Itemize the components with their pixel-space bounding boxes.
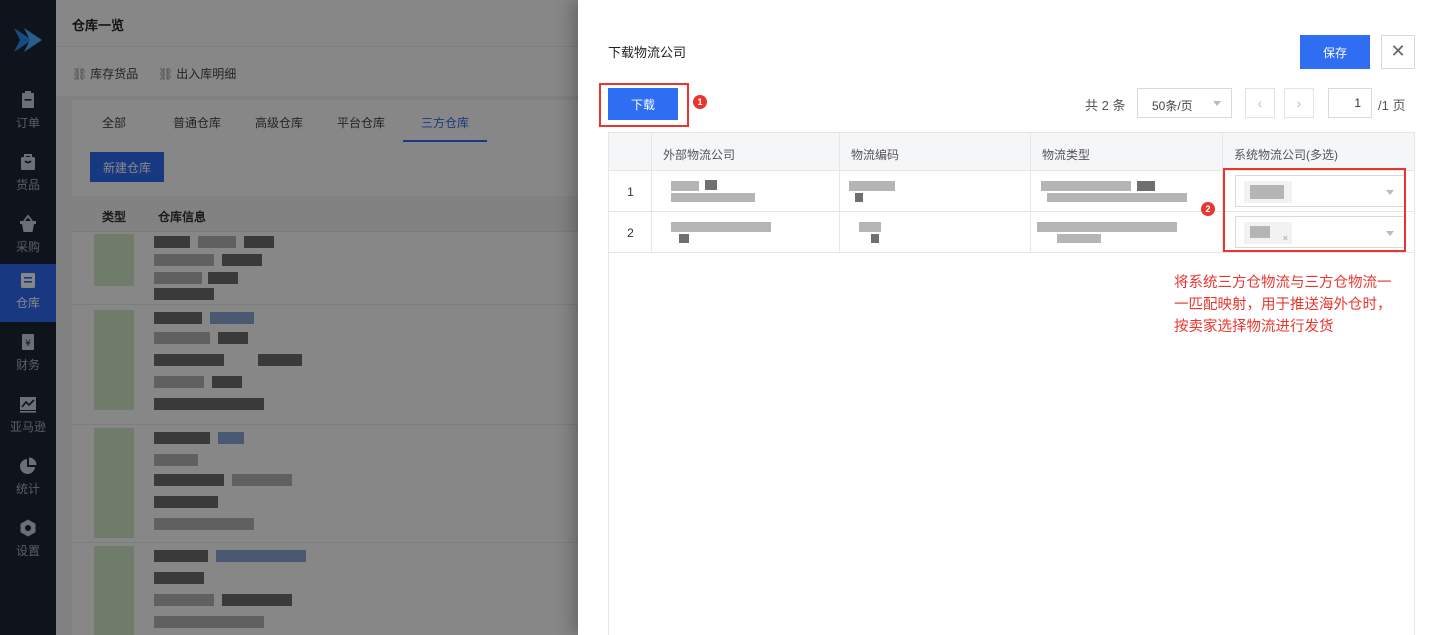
row-index: 2 [627,226,634,240]
chevron-right-icon: › [1296,95,1302,111]
prev-page-button[interactable]: ‹ [1245,88,1275,118]
step-badge-1: 1 [693,95,707,109]
highlight-box-system-company [1223,168,1406,252]
total-count: 共 2 条 [1085,98,1126,113]
annotation-note: 将系统三方仓物流与三方仓物流一一匹配映射，用于推送海外仓时，按卖家选择物流进行发… [1174,275,1392,335]
header-external-company: 外部物流公司 [663,148,736,162]
total-pages: /1 页 [1378,98,1406,113]
download-button[interactable]: 下载 [608,88,678,120]
save-button[interactable]: 保存 [1300,35,1370,69]
download-logistics-drawer: 下载物流公司 保存 ✕ 下载 1 共 2 条 50条/页 ‹ › /1 页 外部… [578,0,1435,635]
page-size-select[interactable]: 50条/页 [1137,88,1232,118]
header-logistics-type: 物流类型 [1042,148,1091,162]
page-number-input[interactable] [1328,88,1372,118]
drawer-title: 下载物流公司 [608,45,687,60]
next-page-button[interactable]: › [1284,88,1314,118]
close-icon: ✕ [1390,41,1406,61]
modal-overlay[interactable] [0,0,578,635]
table-header: 外部物流公司 物流编码 物流类型 系统物流公司(多选) [609,133,1414,171]
row-index: 1 [627,185,634,199]
chevron-down-icon [1213,101,1221,106]
page-size-value: 50条/页 [1152,99,1193,113]
close-button[interactable]: ✕ [1381,35,1415,69]
header-system-company: 系统物流公司(多选) [1234,148,1338,162]
header-logistics-code: 物流编码 [851,148,900,162]
chevron-left-icon: ‹ [1257,95,1263,111]
step-badge-2: 2 [1201,202,1215,216]
